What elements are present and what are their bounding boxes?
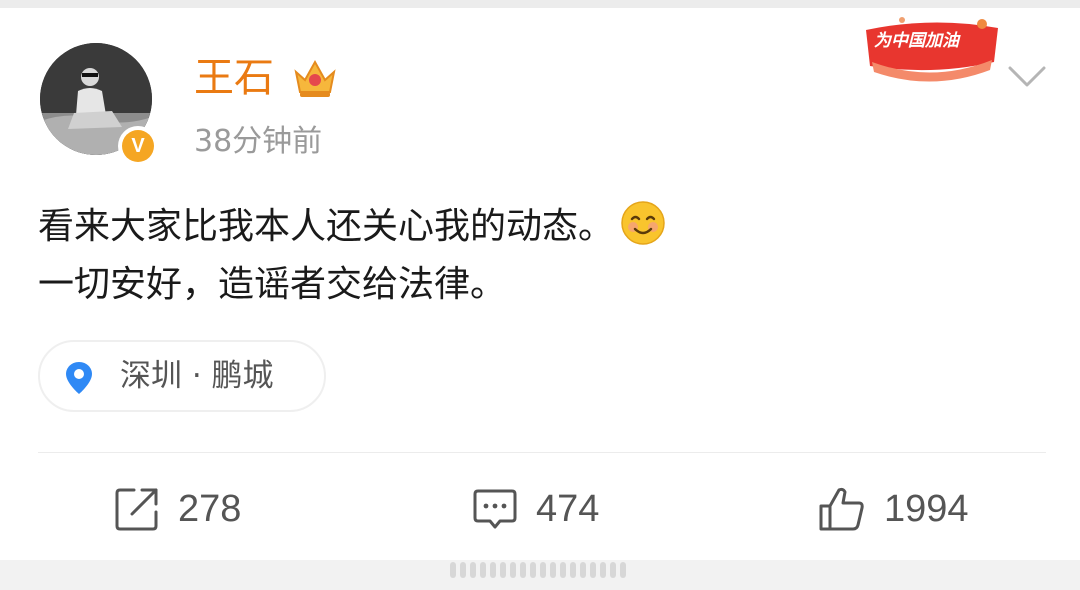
username[interactable]: 王石 [194, 52, 274, 104]
repost-icon [115, 488, 158, 531]
post-content: 看来大家比我本人还关心我的动态。 一切安好，造谣者交给法律。 [38, 198, 1038, 314]
thumbs-up-icon [819, 487, 864, 531]
verified-badge-icon: V [118, 126, 158, 166]
smiling-face-icon [621, 201, 665, 245]
comment-button[interactable]: 474 [472, 484, 622, 534]
content-line: 一切安好，造谣者交给法律。 [38, 264, 507, 305]
location-tag[interactable]: 深圳 · 鹏城 [38, 340, 326, 412]
comment-count: 474 [536, 488, 600, 530]
location-pin-icon [66, 362, 92, 394]
scroll-indicator [450, 562, 630, 578]
repost-count: 278 [178, 488, 242, 530]
content-line: 看来大家比我本人还关心我的动态。 [38, 198, 1038, 256]
post-timestamp: 38分钟前 [194, 124, 323, 159]
location-text: 深圳 · 鹏城 [120, 358, 274, 394]
crown-icon [294, 59, 336, 97]
promo-banner[interactable]: 为中国加油 [862, 10, 1002, 86]
chevron-down-icon[interactable] [1006, 64, 1048, 90]
top-separator [0, 0, 1080, 8]
promo-text: 为中国加油 [874, 31, 959, 51]
comment-icon [473, 489, 517, 529]
repost-button[interactable]: 278 [114, 484, 264, 534]
divider [38, 452, 1046, 453]
like-button[interactable]: 1994 [818, 484, 988, 534]
like-count: 1994 [884, 488, 969, 530]
